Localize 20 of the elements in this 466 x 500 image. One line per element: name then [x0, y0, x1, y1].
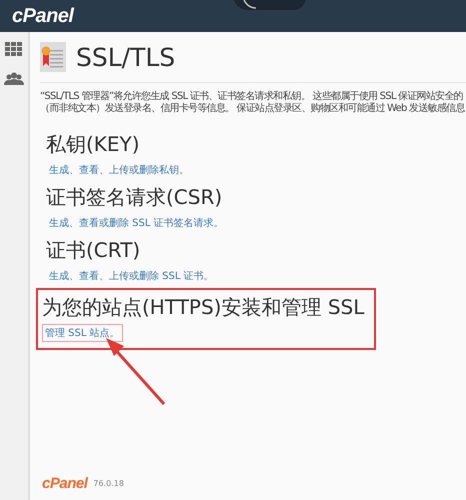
- sidebar-button[interactable]: [3, 70, 25, 88]
- section-heading: 证书签名请求(CSR): [46, 184, 224, 211]
- gauge-drawing: [234, 0, 306, 12]
- description-text: “SSL/TLS 管理器”将允许您生成 SSL 证书、证书签名请求和私钥。 这些都属于使用 SSL 保证网站安全的: [40, 91, 464, 102]
- section-link[interactable]: 生成、查看或删除 SSL 证书签名请求。: [46, 214, 227, 232]
- logo[interactable]: cPanel: [12, 4, 74, 28]
- section-heading: 私钥(KEY): [46, 131, 141, 158]
- page-title: SSL/TLS: [76, 42, 176, 72]
- version-text: 76.0.18: [93, 479, 124, 488]
- sidebar-button[interactable]: [3, 40, 25, 58]
- description-text: （而非纯文本）发送登录名、信用卡号等信息。 保证站点登录区、购物区和可能通过 Web 发送敏感信息: [40, 103, 466, 115]
- section-link[interactable]: 管理 SSL 站点。: [42, 324, 123, 342]
- section-heading: 证书(CRT): [46, 237, 142, 264]
- users-icon: [4, 72, 24, 86]
- grid-icon: [5, 42, 23, 56]
- certificate-icon: [40, 42, 66, 72]
- section-link[interactable]: 生成、查看、上传或删除私钥。: [46, 161, 192, 179]
- footer-logo: cPanel: [42, 475, 88, 492]
- section-heading: 为您的站点(HTTPS)安装和管理 SSL: [42, 294, 364, 321]
- section-link[interactable]: 生成、查看、上传或删除 SSL 证书。: [46, 267, 217, 285]
